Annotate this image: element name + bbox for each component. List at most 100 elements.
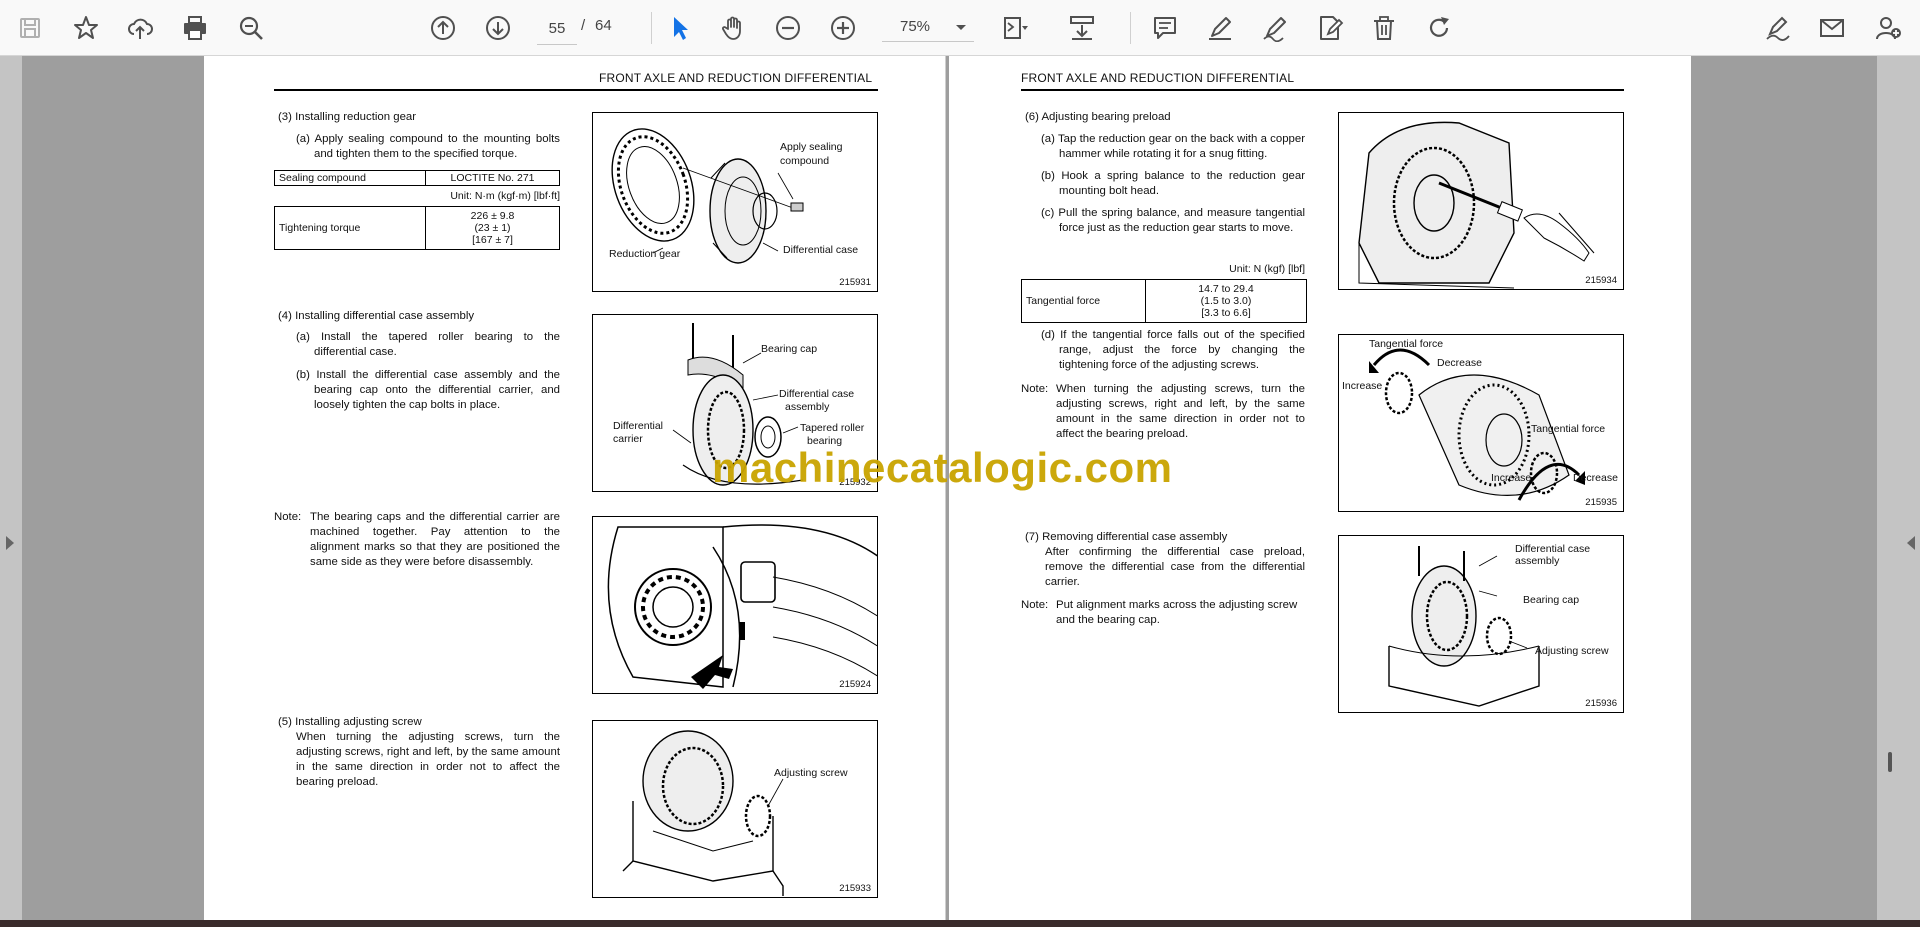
fig-label: Tapered roller xyxy=(800,422,865,434)
section-4-step-b: (b) Install the differential case assemb… xyxy=(296,369,560,411)
figure-number: 215934 xyxy=(1585,275,1617,286)
comment-icon[interactable] xyxy=(1145,8,1185,48)
section-6-title: (6) Adjusting bearing preload xyxy=(1025,111,1171,123)
fig-label: Differential case xyxy=(783,244,859,256)
fig-label: Increase xyxy=(1342,380,1383,392)
figure-215924: 215924 xyxy=(592,516,878,694)
fig-label: Bearing cap xyxy=(761,343,818,355)
left-panel-toggle[interactable] xyxy=(0,56,22,920)
email-icon[interactable] xyxy=(1812,8,1852,48)
fig-label: Decrease xyxy=(1437,357,1482,369)
force-value-n: 14.7 to 29.4 xyxy=(1198,283,1254,295)
force-value-kgf: (1.5 to 3.0) xyxy=(1200,295,1252,307)
fig-label: Bearing cap xyxy=(1523,594,1580,606)
fig-label: Apply sealing xyxy=(780,141,843,153)
zoom-search-icon[interactable] xyxy=(231,8,271,48)
zoom-out-icon[interactable] xyxy=(768,8,808,48)
note-text: When turning the adjusting screws, turn … xyxy=(1056,383,1305,440)
share-user-icon[interactable] xyxy=(1868,8,1908,48)
watermark: machinecatalogic.com xyxy=(712,444,1173,491)
fig-label: Tangential force xyxy=(1369,338,1444,350)
zoom-value: 75% xyxy=(900,18,931,35)
figure-215931: Apply sealing compound Reduction gear Di… xyxy=(592,112,878,292)
torque-value-kgf: (23 ± 1) xyxy=(474,222,511,234)
figure-number: 215931 xyxy=(839,277,871,288)
fig-label: carrier xyxy=(613,433,643,445)
sign-icon[interactable] xyxy=(1255,8,1295,48)
highlight-pen-icon[interactable] xyxy=(1200,8,1240,48)
fill-sign-icon[interactable] xyxy=(1758,8,1798,48)
figure-number: 215936 xyxy=(1585,698,1617,709)
section-4-title: (4) Installing differential case assembl… xyxy=(278,310,475,322)
delete-icon[interactable] xyxy=(1364,8,1404,48)
hand-tool-icon[interactable] xyxy=(713,8,753,48)
section-5-title: (5) Installing adjusting screw xyxy=(278,716,422,728)
bookmark-star-icon[interactable] xyxy=(66,8,106,48)
torque-value-nm: 226 ± 9.8 xyxy=(470,210,515,222)
sealing-value: LOCTITE No. 271 xyxy=(425,170,560,186)
figure-215933: Adjusting screw 215933 xyxy=(592,720,878,898)
fig-label: Tangential force xyxy=(1531,423,1606,435)
tangential-force-table: Tangential force 14.7 to 29.4 (1.5 to 3.… xyxy=(1021,279,1307,323)
torque-unit: Unit: N·m (kgf·m) [lbf·ft] xyxy=(450,190,560,202)
chevron-down-icon xyxy=(954,17,968,42)
section-7-text: After confirming the differential case p… xyxy=(1045,546,1305,588)
fig-label: Decrease xyxy=(1573,472,1618,484)
fig-label: compound xyxy=(780,155,830,167)
reduction-gear-illustration xyxy=(611,128,804,264)
fig-label: Differential case xyxy=(1515,543,1591,555)
note-text: Put alignment marks across the adjusting… xyxy=(1056,599,1298,626)
expand-left-icon xyxy=(6,536,14,550)
fig-label: Adjusting screw xyxy=(774,767,848,779)
select-cursor-icon[interactable] xyxy=(660,8,700,48)
zoom-dropdown[interactable]: 75% xyxy=(882,12,974,42)
section-5-text: When turning the adjusting screws, turn … xyxy=(296,731,560,788)
section-3-step-a: (a) Apply sealing compound to the mounti… xyxy=(296,133,560,160)
section-6-step-a: (a) Tap the reduction gear on the back w… xyxy=(1041,133,1305,160)
page-header: FRONT AXLE AND REDUCTION DIFFERENTIAL xyxy=(1021,71,1295,85)
upload-cloud-icon[interactable] xyxy=(120,8,160,48)
scroll-mode-icon[interactable] xyxy=(1062,8,1102,48)
fig-label: assembly xyxy=(785,401,830,413)
figure-215936: Differential case assembly Bearing cap A… xyxy=(1338,535,1624,713)
torque-table: Tightening torque 226 ± 9.8 (23 ± 1) [16… xyxy=(274,206,560,250)
page-number-input[interactable] xyxy=(537,12,577,45)
toolbar-divider xyxy=(651,12,652,44)
note-label: Note: xyxy=(274,511,302,523)
section-4-step-a: (a) Install the tapered roller bearing t… xyxy=(296,331,560,358)
page-total: 64 xyxy=(595,17,612,34)
figure-215935: Tangential force Decrease Increase Tange… xyxy=(1338,334,1624,512)
zoom-in-icon[interactable] xyxy=(823,8,863,48)
section-6-step-c: (c) Pull the spring balance, and measure… xyxy=(1041,207,1305,234)
note-text: The bearing caps and the differential ca… xyxy=(310,511,560,568)
figure-number: 215933 xyxy=(839,883,871,894)
header-rule xyxy=(1021,89,1624,91)
save-icon[interactable] xyxy=(10,8,50,48)
force-unit: Unit: N (kgf) [lbf] xyxy=(1229,263,1305,275)
fig-label: assembly xyxy=(1515,555,1560,567)
fig-label: Differential xyxy=(613,420,663,432)
scrollbar-thumb[interactable] xyxy=(1888,752,1892,772)
page-up-icon[interactable] xyxy=(423,8,463,48)
right-panel-toggle[interactable] xyxy=(1877,56,1920,920)
note-label: Note: xyxy=(1021,383,1049,395)
force-label: Tangential force xyxy=(1021,279,1146,323)
section-6-step-b: (b) Hook a spring balance to the reducti… xyxy=(1041,170,1305,197)
rotate-icon[interactable] xyxy=(1419,8,1459,48)
torque-label: Tightening torque xyxy=(274,206,426,250)
figure-number: 215924 xyxy=(839,679,871,690)
fig-label: Increase xyxy=(1491,472,1532,484)
toolbar: / 64 75% xyxy=(0,0,1920,56)
torque-value-lbf: [167 ± 7] xyxy=(472,234,513,246)
header-rule xyxy=(274,89,878,91)
alignment-marks-illustration xyxy=(607,524,877,689)
fig-label: Reduction gear xyxy=(609,248,681,260)
spring-balance-illustration xyxy=(1358,121,1595,289)
fit-page-icon[interactable] xyxy=(995,8,1035,48)
edit-document-icon[interactable] xyxy=(1310,8,1350,48)
section-7-title: (7) Removing differential case assembly xyxy=(1025,531,1228,543)
fig-label: Adjusting screw xyxy=(1535,645,1609,657)
toolbar-divider xyxy=(1130,12,1131,44)
print-icon[interactable] xyxy=(175,8,215,48)
page-down-icon[interactable] xyxy=(478,8,518,48)
